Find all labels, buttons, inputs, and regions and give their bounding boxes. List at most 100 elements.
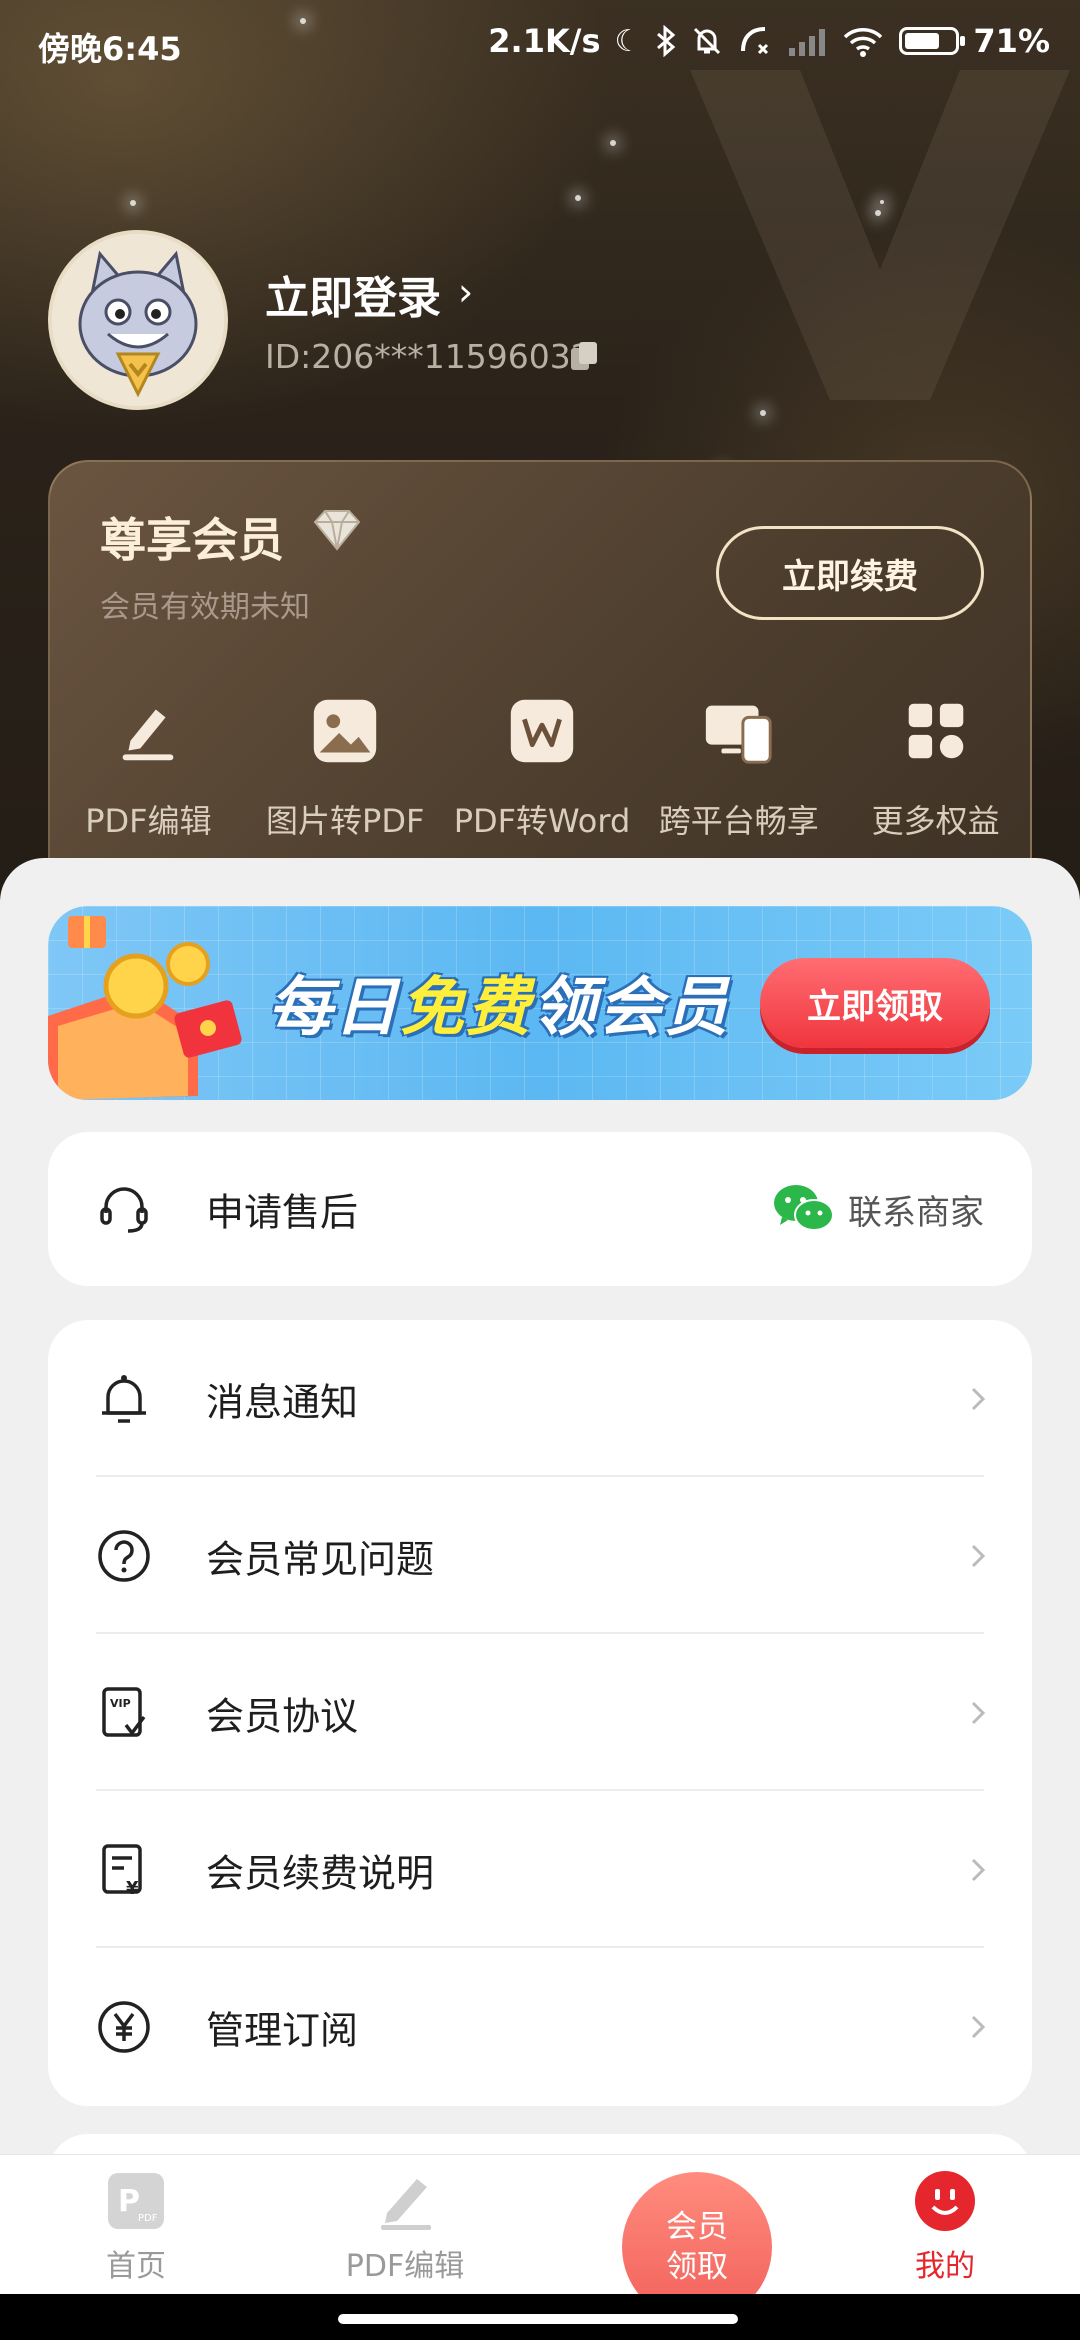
claim-now-button[interactable]: 立即领取	[760, 958, 990, 1048]
benefit-label: 更多权益	[871, 802, 1000, 840]
menu-item-label: 管理订阅	[206, 2008, 359, 2052]
contact-merchant-button[interactable]: 联系商家	[772, 1183, 984, 1235]
vip-v-watermark	[690, 70, 1070, 400]
aftersale-label: 申请售后	[206, 1190, 359, 1235]
benefit-label: 图片转PDF	[266, 802, 425, 840]
benefit-label: PDF编辑	[85, 802, 212, 840]
user-id: ID:206***11596032	[265, 337, 592, 376]
menu-item-faq[interactable]: 会员常见问题	[48, 1477, 1032, 1634]
pdf-home-icon: P PDF	[108, 2173, 164, 2229]
center-tab-text: 会员 领取	[666, 2207, 728, 2287]
mute-bell-icon	[694, 27, 721, 55]
moon-icon: ☾	[614, 23, 642, 59]
question-icon	[98, 1529, 150, 1582]
sparkle-decoration	[575, 195, 581, 201]
wechat-icon	[774, 1185, 834, 1231]
menu-item-agreement[interactable]: VIP 会员协议	[48, 1634, 1032, 1791]
network-speed: 2.1K/s	[488, 22, 601, 60]
benefit-pdf-to-word[interactable]: PDF转Word	[444, 692, 641, 842]
battery-icon	[899, 27, 966, 55]
menu-list-card: 消息通知 会员常见问题 VIP 会员协议 ¥ 会员续费说明 管理订阅	[48, 1320, 1032, 2106]
center-tab-line1: 会员	[666, 2209, 728, 2245]
tab-home[interactable]: P PDF 首页	[36, 2155, 236, 2295]
gift-box-icon	[48, 916, 242, 1100]
menu-item-label: 会员协议	[206, 1694, 359, 1738]
sparkle-decoration	[880, 200, 884, 204]
member-header: 傍晚6:45 2.1K/s ☾ 71% 立即登录 › ID:206***1159…	[0, 0, 1080, 900]
menu-item-manage-subscription[interactable]: 管理订阅	[48, 1948, 1032, 2105]
svg-text:P: P	[118, 2184, 140, 2219]
home-gesture-bar[interactable]	[338, 2314, 738, 2324]
banner-title: 每日免费领会员	[268, 956, 730, 1048]
wifi-icon	[844, 28, 883, 57]
content-sheet: 每日免费领会员 立即领取 申请售后 联系商家 消息通知 会员常见问题 VIP 会…	[0, 858, 1080, 2194]
chevron-right-icon	[971, 1858, 986, 1881]
grid-icon	[908, 703, 963, 759]
signal-icon	[789, 29, 826, 56]
vip-document-icon: VIP	[102, 1686, 146, 1737]
vip-title: 尊享会员	[100, 513, 284, 567]
tab-label: 首页	[106, 2249, 166, 2284]
smiley-icon	[915, 2171, 975, 2231]
banner-title-part2: 领会员	[532, 971, 730, 1045]
cat-avatar-icon	[52, 234, 224, 406]
center-tab-line2: 领取	[666, 2249, 728, 2285]
sparkle-decoration	[130, 200, 136, 206]
menu-item-label: 会员续费说明	[206, 1851, 435, 1895]
login-link[interactable]: 立即登录	[265, 262, 441, 326]
chevron-right-icon[interactable]: ›	[458, 270, 473, 314]
benefit-more[interactable]: 更多权益	[837, 692, 1034, 842]
benefit-cross-platform[interactable]: 跨平台畅享	[640, 692, 837, 842]
chevron-right-icon	[971, 1544, 986, 1567]
banner-title-part1: 每日	[268, 971, 400, 1045]
image-icon	[313, 699, 377, 763]
aftersale-row[interactable]: 申请售后 联系商家	[48, 1132, 1032, 1286]
avatar[interactable]	[48, 230, 228, 410]
banner-title-highlight: 免费	[400, 971, 532, 1045]
headset-icon	[100, 1187, 148, 1233]
sparkle-decoration	[875, 210, 881, 216]
benefit-label: 跨平台畅享	[658, 802, 819, 840]
pencil-icon	[123, 709, 174, 761]
benefit-image-to-pdf[interactable]: 图片转PDF	[247, 692, 444, 842]
tab-mine[interactable]: 我的	[845, 2155, 1045, 2295]
bluetooth-icon	[657, 25, 676, 57]
call-icon	[741, 27, 769, 55]
word-icon	[510, 699, 574, 763]
tab-label: PDF编辑	[345, 2249, 465, 2284]
bell-icon	[102, 1374, 146, 1423]
benefit-list: PDF编辑 图片转PDF PDF转Word 跨平台畅享 更多权益	[50, 692, 1034, 842]
pencil-icon	[381, 2179, 431, 2230]
yen-circle-icon	[98, 2000, 150, 2053]
sparkle-decoration	[610, 140, 616, 146]
diamond-icon	[313, 510, 361, 551]
sparkle-decoration	[760, 410, 766, 416]
renew-button[interactable]: 立即续费	[716, 526, 984, 620]
benefit-pdf-edit[interactable]: PDF编辑	[50, 692, 247, 842]
menu-item-label: 会员常见问题	[206, 1537, 435, 1581]
svg-text:PDF: PDF	[138, 2213, 158, 2224]
chevron-right-icon	[971, 1387, 986, 1410]
chevron-right-icon	[971, 2015, 986, 2038]
svg-text:VIP: VIP	[110, 1697, 131, 1710]
copy-icon[interactable]	[567, 338, 603, 374]
menu-item-label: 消息通知	[206, 1380, 359, 1424]
benefit-label: PDF转Word	[453, 802, 631, 840]
devices-icon	[705, 705, 772, 764]
contact-merchant-label: 联系商家	[848, 1192, 984, 1233]
free-membership-banner[interactable]: 每日免费领会员 立即领取	[48, 906, 1032, 1100]
tab-pdf-edit[interactable]: PDF编辑	[305, 2155, 505, 2295]
renewal-document-icon: ¥	[102, 1843, 142, 1898]
menu-item-notifications[interactable]: 消息通知	[48, 1320, 1032, 1477]
tab-label: 我的	[915, 2249, 975, 2284]
bottom-nav: P PDF 首页 PDF编辑 我的	[0, 2154, 1080, 2295]
vip-card: 尊享会员 会员有效期未知 立即续费 PDF编辑 图片转PDF PDF转Word …	[48, 460, 1032, 900]
status-time: 傍晚6:45	[38, 30, 182, 68]
svg-text:¥: ¥	[126, 1878, 139, 1898]
vip-validity: 会员有效期未知	[100, 590, 310, 625]
chevron-right-icon	[971, 1701, 986, 1724]
battery-percent: 71%	[973, 22, 1050, 60]
status-bar: 傍晚6:45 2.1K/s ☾ 71%	[0, 0, 1080, 90]
aftersale-card: 申请售后 联系商家	[48, 1132, 1032, 1286]
menu-item-renewal-info[interactable]: ¥ 会员续费说明	[48, 1791, 1032, 1948]
